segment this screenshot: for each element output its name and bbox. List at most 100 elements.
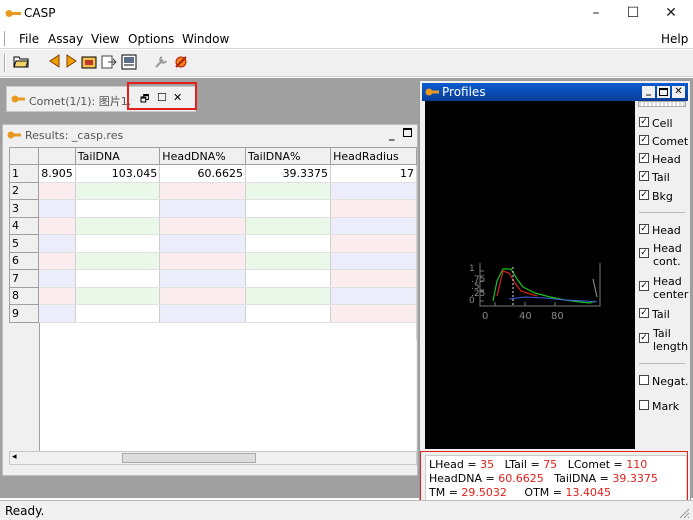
table-row[interactable]: 3 <box>8 199 417 218</box>
table-cell[interactable] <box>38 234 76 253</box>
table-cell[interactable] <box>75 269 161 288</box>
table-row[interactable]: 6 <box>8 251 417 270</box>
horizontal-scrollbar[interactable]: ◂ <box>9 451 417 465</box>
table-cell[interactable] <box>245 304 332 323</box>
table-cell[interactable] <box>245 252 332 270</box>
checkbox-icon[interactable]: ✓ <box>639 117 649 127</box>
checkbox-head[interactable]: ✓ Head <box>639 153 681 166</box>
checkbox-icon[interactable]: ✓ <box>639 153 649 163</box>
minimize-button[interactable]: _ <box>642 86 655 98</box>
table-cell[interactable] <box>330 252 417 270</box>
menu-assay[interactable]: Assay <box>48 32 83 46</box>
row-header[interactable]: 6 <box>8 251 40 270</box>
checkbox-comet[interactable]: ✓ Comet <box>639 135 688 148</box>
table-cell[interactable] <box>159 304 247 323</box>
table-cell[interactable] <box>159 252 247 270</box>
table-row[interactable]: 7 <box>8 269 417 288</box>
panel-slider[interactable] <box>638 101 686 107</box>
table-cell[interactable] <box>38 217 76 235</box>
table-cell[interactable]: 103.045 <box>75 164 161 183</box>
row-header[interactable]: 3 <box>8 199 40 218</box>
column-header-taildna-pct[interactable]: TailDNA% <box>245 147 332 165</box>
checkbox-icon[interactable]: ✓ <box>639 333 649 343</box>
profile-plot[interactable]: 1 .75 .5 .25 0 0 40 80 <box>425 101 635 449</box>
report-icon[interactable] <box>120 54 138 72</box>
menu-file[interactable]: File <box>19 32 39 46</box>
table-cell[interactable]: 8.905 <box>38 164 76 183</box>
menu-options[interactable]: Options <box>128 32 174 46</box>
row-header[interactable]: 5 <box>8 234 40 253</box>
corner-cell[interactable] <box>8 147 40 165</box>
checkbox-icon[interactable]: ✓ <box>639 190 649 200</box>
table-cell[interactable] <box>159 182 247 200</box>
column-header-headdna-pct[interactable]: HeadDNA% <box>159 147 247 165</box>
table-row[interactable]: 4 <box>8 216 417 235</box>
export-icon[interactable] <box>100 54 118 72</box>
table-cell[interactable] <box>75 252 161 270</box>
table-cell[interactable] <box>330 234 417 253</box>
minimize-button[interactable]: – <box>577 0 615 27</box>
table-cell[interactable] <box>330 217 417 235</box>
table-cell[interactable] <box>245 287 332 305</box>
table-cell[interactable]: 39.3375 <box>245 164 332 183</box>
table-cell[interactable] <box>159 234 247 253</box>
scrollbar-thumb[interactable] <box>122 453 256 463</box>
table-cell[interactable] <box>38 199 76 218</box>
checkbox-icon[interactable]: ✓ <box>639 248 649 258</box>
table-cell[interactable] <box>245 217 332 235</box>
row-header[interactable]: 2 <box>8 181 40 200</box>
table-cell[interactable] <box>75 304 161 323</box>
table-cell[interactable]: 17 <box>330 164 417 183</box>
close-button[interactable]: ✕ <box>652 0 690 27</box>
checkbox-tail[interactable]: ✓ Tail <box>639 171 670 184</box>
table-cell[interactable] <box>330 182 417 200</box>
table-cell[interactable] <box>245 234 332 253</box>
minimize-button[interactable]: _ <box>389 128 395 141</box>
table-cell[interactable] <box>75 287 161 305</box>
checkbox-icon[interactable]: ✓ <box>639 281 649 291</box>
table-cell[interactable] <box>330 304 417 323</box>
checkbox-tail-length[interactable]: ✓ Tail length <box>639 327 689 353</box>
scroll-left-arrow[interactable]: ◂ <box>12 452 17 462</box>
table-row[interactable]: 2 <box>8 181 417 200</box>
checkbox-bkg[interactable]: ✓ Bkg <box>639 190 673 203</box>
table-cell[interactable]: 60.6625 <box>159 164 247 183</box>
row-header[interactable]: 8 <box>8 286 40 305</box>
table-cell[interactable] <box>159 287 247 305</box>
table-cell[interactable] <box>159 217 247 235</box>
table-cell[interactable] <box>75 182 161 200</box>
checkbox-icon[interactable] <box>639 400 649 410</box>
table-cell[interactable] <box>38 182 76 200</box>
profiles-window[interactable]: Profiles _ ✕ 1 .75 .5 .25 0 0 40 80 ✓ Ce… <box>419 80 691 510</box>
table-row[interactable]: 9 <box>8 304 417 323</box>
checkbox-icon[interactable]: ✓ <box>639 171 649 181</box>
menu-help[interactable]: Help <box>661 32 688 46</box>
table-cell[interactable] <box>245 182 332 200</box>
table-cell[interactable] <box>330 287 417 305</box>
settings-icon[interactable] <box>172 54 190 72</box>
table-cell[interactable] <box>245 269 332 288</box>
table-row[interactable]: 1 8.905 103.045 60.6625 39.3375 17 <box>8 164 417 183</box>
checkbox-icon[interactable] <box>639 375 649 385</box>
table-cell[interactable] <box>75 234 161 253</box>
row-header[interactable]: 7 <box>8 269 40 288</box>
checkbox-tail-marker[interactable]: ✓ Tail <box>639 308 670 321</box>
table-cell[interactable] <box>38 304 76 323</box>
checkbox-icon[interactable]: ✓ <box>639 135 649 145</box>
checkbox-head-marker[interactable]: ✓ Head <box>639 224 681 237</box>
maximize-button[interactable] <box>403 128 412 137</box>
wrench-icon[interactable] <box>152 54 170 72</box>
column-header-taildna[interactable]: TailDNA <box>74 147 161 165</box>
results-window[interactable]: Results: _casp.res _ TailDNA HeadDNA% Ta… <box>2 124 418 476</box>
table-cell[interactable] <box>330 269 417 288</box>
checkbox-negat[interactable]: Negat. <box>639 375 689 388</box>
row-header[interactable]: 1 <box>8 164 40 183</box>
table-row[interactable]: 8 <box>8 286 417 305</box>
checkbox-head-cont[interactable]: ✓ Head cont. <box>639 242 689 268</box>
row-header[interactable]: 4 <box>8 216 40 235</box>
open-folder-icon[interactable] <box>12 54 30 72</box>
table-cell[interactable] <box>75 199 161 218</box>
table-cell[interactable] <box>38 269 76 288</box>
results-table[interactable]: TailDNA HeadDNA% TailDNA% HeadRadius 1 8… <box>8 147 417 340</box>
checkbox-icon[interactable]: ✓ <box>639 224 649 234</box>
